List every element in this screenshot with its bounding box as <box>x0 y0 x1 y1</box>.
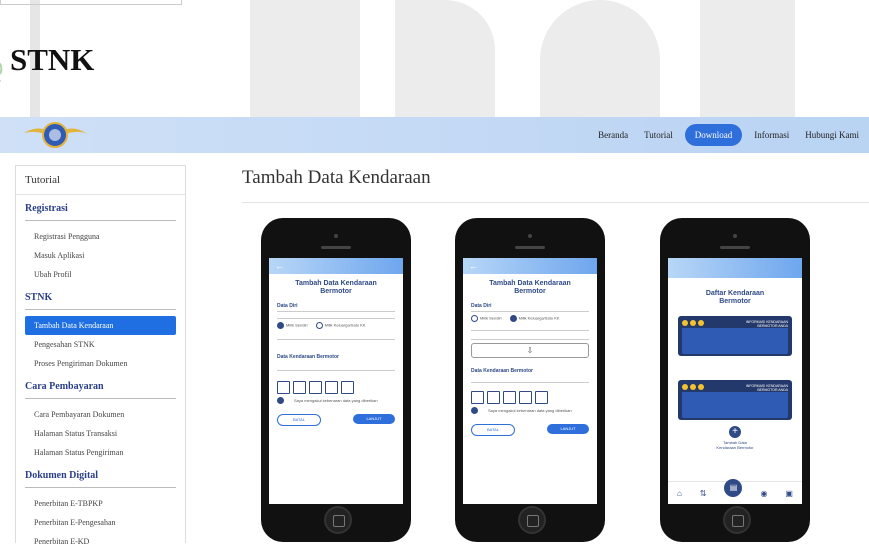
section-data-kendaraan: Data Kendaraan Bermotor <box>471 368 533 374</box>
nav-hubungi-kami[interactable]: Hubungi Kami <box>797 124 867 146</box>
watermark-background: Sta <box>0 0 869 117</box>
sidebar: Tutorial Registrasi Registrasi Pengguna … <box>15 165 186 546</box>
screen-title-line2: Bermotor <box>719 298 751 305</box>
radio-milik-sendiri: Milik Sendiri <box>471 315 502 322</box>
vehicle-icon: ▤ <box>724 479 743 497</box>
add-caption-line2: Kendaraan Bermotor <box>716 445 754 450</box>
sidebar-item-status-pengiriman[interactable]: Halaman Status Pengiriman <box>16 443 185 462</box>
upload-icon: ⇩ <box>471 343 589 358</box>
screen-title-line1: Tambah Data Kendaraan <box>295 280 377 287</box>
back-arrow-icon: ← <box>463 258 597 274</box>
nav-informasi[interactable]: Informasi <box>746 124 797 146</box>
top-navbar: Beranda Tutorial Download Informasi Hubu… <box>0 117 869 153</box>
screen-title-line1: Tambah Data Kendaraan <box>489 280 571 287</box>
phone-screen-1: ← Tambah Data Kendaraan Bermotor Data Dir… <box>269 258 403 504</box>
phone-mockup-3: Daftar Kendaraan Bermotor INFORMASI KENDA… <box>660 218 810 542</box>
eye-icon: ◉ <box>760 488 768 498</box>
radio-milik-keluarga: Milik Keluarga/Satu KK <box>315 322 365 329</box>
watermark-text: Sta <box>0 60 8 100</box>
home-button-icon <box>324 506 352 534</box>
home-icon: ⌂ <box>676 488 682 498</box>
top-box <box>0 0 182 5</box>
sidebar-section-stnk: STNK <box>25 284 176 310</box>
phone-mockup-1: ← Tambah Data Kendaraan Bermotor Data Dir… <box>261 218 411 542</box>
next-button: LANJUT <box>353 414 395 424</box>
page-heading: STNK <box>10 42 95 77</box>
section-data-diri: Data Diri <box>277 303 298 309</box>
screen-title-line2: Bermotor <box>514 288 546 295</box>
phone-mockup-2: ← Tambah Data Kendaraan Bermotor Data Dir… <box>455 218 605 542</box>
cancel-button: BATAL <box>277 414 321 426</box>
nav-download[interactable]: Download <box>684 124 743 146</box>
agreement-text: Saya mengakui kebenaran data yang diberi… <box>294 398 378 403</box>
back-arrow-icon: ← <box>269 258 403 274</box>
nav-beranda[interactable]: Beranda <box>590 124 636 146</box>
radio-milik-sendiri: Milik Sendiri <box>277 322 308 329</box>
phone-screen-3: Daftar Kendaraan Bermotor INFORMASI KENDA… <box>668 258 802 504</box>
sidebar-item-cara-pembayaran-dokumen[interactable]: Cara Pembayaran Dokumen <box>16 405 185 424</box>
logo-icon[interactable] <box>22 119 88 151</box>
agreement-text: Saya mengakui kebenaran data yang diberi… <box>488 408 572 413</box>
next-button: LANJUT <box>547 424 589 434</box>
vehicle-card: INFORMASI KENDARAAN BERMOTOR ANDA <box>678 380 792 420</box>
transfer-icon: ⇅ <box>699 488 707 498</box>
sidebar-item-status-transaksi[interactable]: Halaman Status Transaksi <box>16 424 185 443</box>
sidebar-item-proses-pengiriman[interactable]: Proses Pengiriman Dokumen <box>16 354 185 373</box>
home-button-icon <box>723 506 751 534</box>
vehicle-card: INFORMASI KENDARAAN BERMOTOR ANDA <box>678 316 792 356</box>
sidebar-section-cara-pembayaran: Cara Pembayaran <box>25 373 176 399</box>
sidebar-item-ubah-profil[interactable]: Ubah Profil <box>16 265 185 284</box>
main-title: Tambah Data Kendaraan <box>242 167 431 188</box>
sidebar-item-registrasi-pengguna[interactable]: Registrasi Pengguna <box>16 227 185 246</box>
document-icon: ▣ <box>785 488 793 498</box>
section-data-diri: Data Diri <box>471 303 492 309</box>
screen-title-line1: Daftar Kendaraan <box>705 290 765 297</box>
sidebar-header: Tutorial <box>16 166 185 195</box>
sidebar-item-e-pengesahan[interactable]: Penerbitan E-Pengesahan <box>16 513 185 532</box>
sidebar-section-registrasi: Registrasi <box>25 195 176 221</box>
home-button-icon <box>518 506 546 534</box>
radio-milik-keluarga: Milik Keluarga/Satu KK <box>509 315 559 322</box>
sidebar-item-masuk-aplikasi[interactable]: Masuk Aplikasi <box>16 246 185 265</box>
title-divider <box>242 202 869 203</box>
sidebar-item-tambah-data-kendaraan[interactable]: Tambah Data Kendaraan <box>25 316 176 335</box>
nav-tutorial[interactable]: Tutorial <box>636 124 681 146</box>
sidebar-item-pengesahan-stnk[interactable]: Pengesahan STNK <box>16 335 185 354</box>
screen-title-line2: Bermotor <box>320 288 352 295</box>
app-tab-bar: ⌂ ⇅ ▤ ◉ ▣ <box>668 479 802 504</box>
sidebar-item-e-tbpkp[interactable]: Penerbitan E-TBPKP <box>16 494 185 513</box>
section-data-kendaraan: Data Kendaraan Bermotor <box>277 354 339 360</box>
cancel-button: BATAL <box>471 424 515 436</box>
phone-screen-2: ← Tambah Data Kendaraan Bermotor Data Dir… <box>463 258 597 504</box>
add-vehicle-icon: + <box>729 426 741 438</box>
sidebar-section-dokumen-digital: Dokumen Digital <box>25 462 176 488</box>
